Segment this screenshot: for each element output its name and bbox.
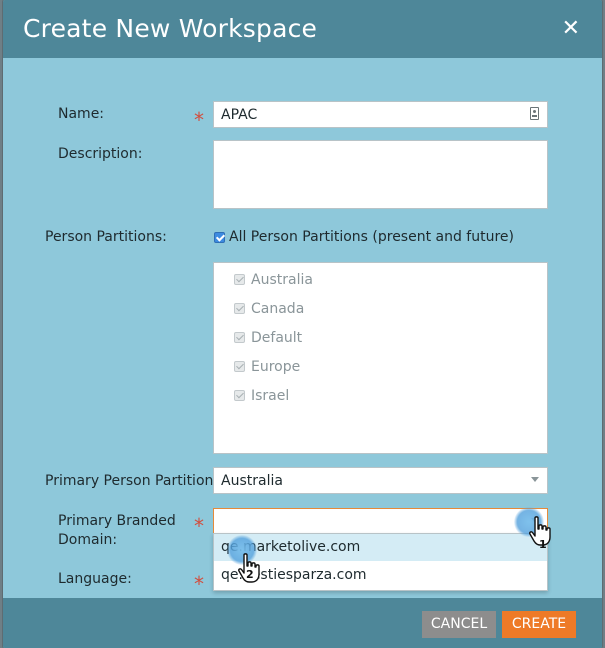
step-number-2: 2 — [246, 568, 254, 581]
partition-label: Australia — [251, 272, 313, 288]
close-icon[interactable]: ✕ — [562, 16, 580, 42]
dialog-title: Create New Workspace — [23, 14, 318, 43]
partition-label: Canada — [251, 301, 305, 317]
create-button[interactable]: CREATE — [502, 611, 576, 638]
all-partitions-label[interactable]: All Person Partitions (present and futur… — [229, 228, 514, 246]
dialog-header: Create New Workspace ✕ — [3, 0, 602, 58]
partition-label: Europe — [251, 359, 301, 375]
cancel-button[interactable]: CANCEL — [422, 611, 496, 638]
primary-partition-label: Primary Person Partition: — [45, 473, 219, 489]
partition-checkbox — [234, 361, 245, 372]
primary-partition-value: Australia — [221, 473, 283, 489]
contact-card-icon[interactable] — [530, 107, 539, 120]
description-textarea[interactable] — [213, 140, 548, 209]
primary-partition-select[interactable]: Australia — [213, 467, 548, 494]
partition-list: Australia Canada Default Europe Israel — [213, 262, 548, 454]
language-label: Language: — [58, 571, 132, 587]
partition-label: Israel — [251, 388, 290, 404]
name-input-value: APAC — [221, 107, 258, 123]
name-required-mark: * — [194, 108, 204, 132]
partition-checkbox — [234, 274, 245, 285]
partition-checkbox — [234, 332, 245, 343]
name-label: Name: — [58, 106, 105, 122]
partition-label: Default — [251, 330, 303, 346]
branded-domain-label-line1: Primary Branded — [58, 513, 176, 529]
chevron-down-icon[interactable] — [531, 477, 539, 482]
language-required-mark: * — [194, 572, 204, 596]
person-partitions-label: Person Partitions: — [45, 229, 167, 245]
step-number-1: 1 — [539, 538, 547, 551]
partition-checkbox — [234, 303, 245, 314]
dialog-footer: CANCEL CREATE — [3, 598, 602, 648]
partition-checkbox — [234, 390, 245, 401]
description-label: Description: — [58, 146, 143, 162]
branded-domain-label-line2: Domain: — [58, 532, 118, 548]
all-partitions-checkbox[interactable] — [214, 232, 225, 243]
branded-domain-select[interactable] — [213, 508, 548, 535]
create-workspace-dialog: Create New Workspace ✕ Name: * APAC Desc… — [3, 0, 602, 648]
branded-domain-required-mark: * — [194, 514, 204, 538]
name-input[interactable]: APAC — [213, 101, 548, 128]
